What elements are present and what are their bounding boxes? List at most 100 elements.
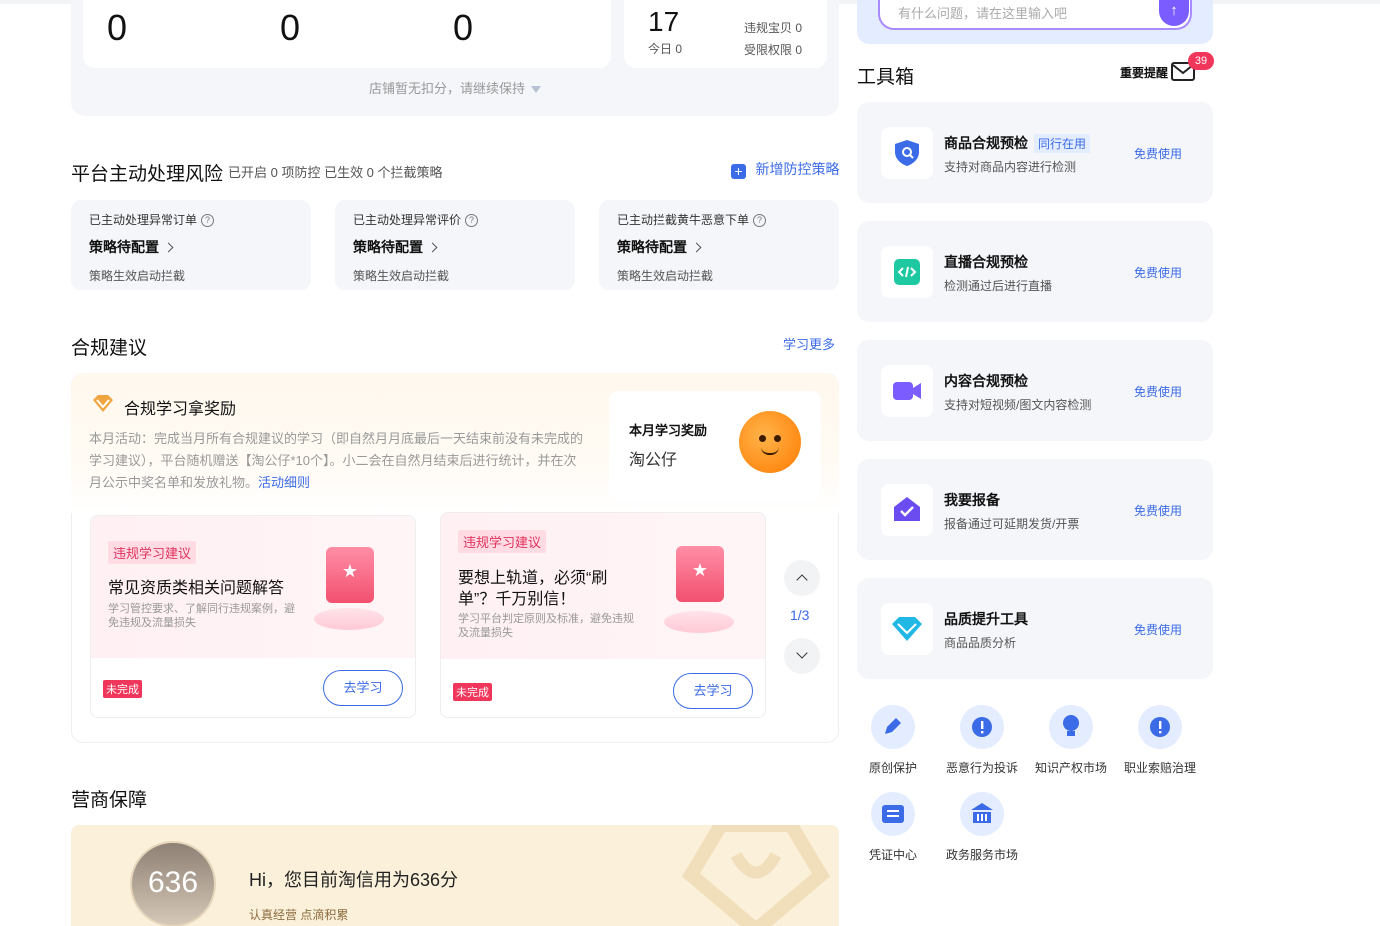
tool-desc: 支持对商品内容进行检测 [944, 160, 1077, 174]
tool-card-content-check[interactable]: 内容合规预检 支持对短视频/图文内容检测 免费使用 [857, 340, 1213, 441]
compliance-section-title: 合规建议 [71, 338, 148, 359]
course-tag: 违规学习建议 [458, 530, 547, 553]
reward-box-title: 本月学习奖励 [629, 423, 708, 438]
tool-name: 品质提升工具 [944, 611, 1028, 627]
activity-text: 本月活动：完成当月所有合规建议的学习（即自然月月底最后一天结束前没有未完成的学习… [89, 428, 584, 494]
today-total[interactable]: 17 [648, 8, 679, 36]
shield-search-icon [881, 127, 933, 179]
violation-count[interactable]: 违规宝贝 0 [744, 19, 802, 36]
free-use-link[interactable]: 免费使用 [1134, 621, 1182, 638]
shortcut-label: 凭证中心 [868, 848, 917, 862]
help-icon[interactable]: ? [465, 214, 479, 227]
restricted-count[interactable]: 受限权限 0 [744, 41, 802, 58]
course-desc: 学习管控要求、了解同行违规案例，避免违规及流量损失 [108, 603, 295, 629]
peer-using-tag: 同行在用 [1034, 134, 1091, 153]
risk-card-desc: 策略生效启动拦截 [89, 269, 186, 283]
shortcut-malicious-complaint[interactable]: 恶意行为投诉 [937, 705, 1027, 776]
alert-icon [960, 705, 1004, 749]
ticket-icon [871, 792, 915, 836]
shortcut-label: 恶意行为投诉 [945, 761, 1018, 775]
add-strategy-link[interactable]: + 新增防控策略 [731, 159, 839, 179]
guarantee-section-title: 营商保障 [71, 790, 148, 811]
chevron-up-icon [796, 574, 808, 586]
stat-value-2[interactable]: 0 [280, 10, 300, 46]
credit-slogan: 认真经营 点滴积累 [249, 908, 349, 922]
credit-score-circle: 636 [130, 841, 216, 926]
book-icon: ★ [326, 547, 374, 603]
arrow-up-icon: ↑ [1170, 2, 1178, 19]
tool-card-live-check[interactable]: 直播合规预检 检测通过后进行直播 免费使用 [857, 221, 1213, 322]
course-desc: 学习平台判定原则及标准，避免违规及流量损失 [458, 613, 634, 639]
important-reminder-label[interactable]: 重要提醒 [1120, 64, 1168, 81]
go-study-button[interactable]: 去学习 [323, 670, 403, 706]
help-icon[interactable]: ? [753, 214, 767, 227]
search-input[interactable]: 有什么问题，请在这里输入吧 [878, 0, 1192, 30]
bank-icon [960, 792, 1004, 836]
go-study-button[interactable]: 去学习 [673, 673, 753, 709]
chevron-right-icon [427, 242, 438, 253]
chevron-down-icon [796, 647, 808, 659]
pen-icon [871, 705, 915, 749]
code-icon [881, 246, 933, 298]
course-tag: 违规学习建议 [108, 541, 197, 564]
stats-note-text: 店铺暂无扣分，请继续保持 [368, 81, 525, 96]
stat-value-1[interactable]: 0 [107, 10, 127, 46]
free-use-link[interactable]: 免费使用 [1134, 502, 1182, 519]
carousel-next-button[interactable] [784, 638, 820, 674]
video-icon [881, 365, 933, 417]
pedestal-shape [664, 611, 734, 633]
risk-card-status[interactable]: 策略待配置 [353, 239, 423, 255]
shortcut-label: 政务服务市场 [945, 848, 1018, 862]
activity-rules-link[interactable]: 活动细则 [258, 475, 310, 490]
home-check-icon [881, 484, 933, 536]
risk-card-status[interactable]: 策略待配置 [89, 239, 159, 255]
risk-section-title: 平台主动处理风险 [71, 164, 224, 185]
learn-more-link[interactable]: 学习更多 [783, 334, 835, 353]
risk-card-status[interactable]: 策略待配置 [617, 239, 687, 255]
tool-desc: 支持对短视频/图文内容检测 [944, 398, 1092, 412]
activity-description: 本月活动：完成当月所有合规建议的学习（即自然月月底最后一天结束前没有未完成的学习… [89, 431, 584, 490]
stat-value-3[interactable]: 0 [453, 10, 473, 46]
reminder-count-badge: 39 [1188, 52, 1214, 70]
help-icon[interactable]: ? [201, 214, 215, 227]
tool-desc: 商品品质分析 [944, 636, 1017, 650]
tool-card-quality[interactable]: 品质提升工具 商品品质分析 免费使用 [857, 578, 1213, 679]
course-title: 常见资质类相关问题解答 [108, 580, 285, 597]
chevron-right-icon [163, 242, 174, 253]
chevron-right-icon [691, 242, 702, 253]
risk-card-desc: 策略生效启动拦截 [353, 269, 450, 283]
pedestal-shape [314, 608, 384, 630]
shortcut-gov-service[interactable]: 政务服务市场 [937, 792, 1027, 863]
add-strategy-label: 新增防控策略 [755, 161, 840, 177]
today-label: 今日 0 [648, 42, 683, 56]
free-use-link[interactable]: 免费使用 [1134, 383, 1182, 400]
risk-card-desc: 策略生效启动拦截 [617, 269, 714, 283]
shortcut-label: 原创保护 [868, 761, 917, 775]
free-use-link[interactable]: 免费使用 [1134, 264, 1182, 281]
book-icon: ★ [676, 546, 724, 602]
risk-card-scalpers[interactable]: 已主动拦截黄牛恶意下单? 策略待配置 策略生效启动拦截 [599, 200, 839, 290]
tool-card-report[interactable]: 我要报备 报备通过可延期发货/开票 免费使用 [857, 459, 1213, 560]
risk-card-reviews[interactable]: 已主动处理异常评价? 策略待配置 策略生效启动拦截 [335, 200, 575, 290]
free-use-link[interactable]: 免费使用 [1134, 145, 1182, 162]
course-card-1[interactable]: 违规学习建议 常见资质类相关问题解答 学习管控要求、了解同行违规案例，避免违规及… [90, 515, 416, 718]
shortcut-label: 知识产权市场 [1034, 761, 1107, 775]
risk-card-title: 已主动拦截黄牛恶意下单 [617, 213, 750, 227]
plus-icon: + [731, 164, 746, 179]
penalty-counts-panel [83, 0, 611, 68]
credit-greeting: Hi，您目前淘信用为636分 [249, 870, 459, 890]
risk-card-orders[interactable]: 已主动处理异常订单? 策略待配置 策略生效启动拦截 [71, 200, 311, 290]
alert-icon [1138, 705, 1182, 749]
risk-card-title: 已主动处理异常订单 [89, 213, 198, 227]
stats-note[interactable]: 店铺暂无扣分，请继续保持 [71, 78, 839, 97]
shortcut-ip-market[interactable]: 知识产权市场 [1026, 705, 1116, 776]
course-card-2[interactable]: 违规学习建议 要想上轨道，必须“刷单”？千万别信！ 学习平台判定原则及标准，避免… [440, 512, 766, 718]
carousel-prev-button[interactable] [784, 560, 820, 596]
shortcut-voucher-center[interactable]: 凭证中心 [848, 792, 938, 863]
tool-name: 直播合规预检 [944, 254, 1028, 270]
shortcut-original-protection[interactable]: 原创保护 [848, 705, 938, 776]
caret-down-icon [531, 86, 541, 94]
tool-card-product-check[interactable]: 商品合规预检 同行在用 支持对商品内容进行检测 免费使用 [857, 102, 1213, 203]
tool-desc: 报备通过可延期发货/开票 [944, 517, 1080, 531]
shortcut-claim-governance[interactable]: 职业索赔治理 [1115, 705, 1205, 776]
